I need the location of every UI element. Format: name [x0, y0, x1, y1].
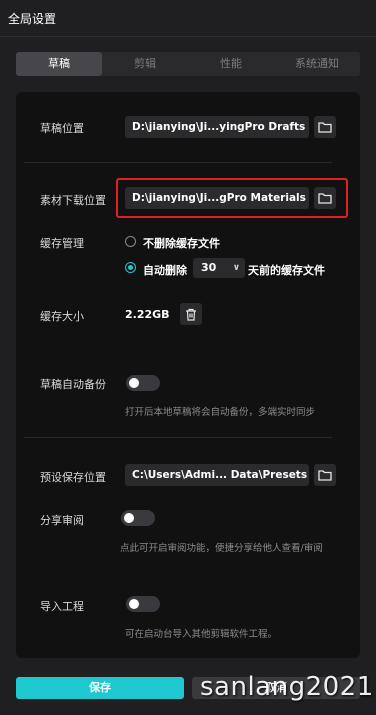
radio-auto-delete[interactable] [125, 262, 136, 273]
cache-size-value: 2.22GB [125, 308, 170, 321]
tab-notifications[interactable]: 系统通知 [274, 52, 360, 76]
share-review-toggle[interactable] [121, 510, 155, 526]
draft-location-browse-button[interactable] [314, 116, 336, 138]
auto-delete-suffix: 天前的缓存文件 [248, 264, 325, 277]
chevron-down-icon: ∨ [232, 263, 240, 273]
title-divider [0, 36, 376, 37]
preset-location-field[interactable]: C:\Users\Admi... Data\Presets [125, 464, 309, 486]
draft-location-field[interactable]: D:\jianying\Ji...yingPro Drafts [125, 116, 309, 138]
tab-editing[interactable]: 剪辑 [102, 52, 188, 76]
divider [24, 162, 332, 163]
divider [24, 437, 332, 438]
share-review-hint: 点此可开启审阅功能，便捷分享给他人查看/审阅 [120, 543, 323, 554]
auto-delete-label: 自动删除 [143, 264, 187, 277]
highlight-box [116, 178, 348, 218]
auto-backup-label: 草稿自动备份 [40, 378, 106, 391]
auto-backup-toggle[interactable] [126, 375, 160, 391]
preset-location-browse-button[interactable] [314, 464, 336, 486]
cache-size-label: 缓存大小 [40, 310, 84, 323]
keep-cache-label: 不删除缓存文件 [143, 237, 220, 250]
radio-keep-cache[interactable] [125, 236, 136, 247]
days-value: 30 [201, 261, 217, 274]
settings-tabs: 草稿 剪辑 性能 系统通知 [16, 52, 360, 76]
import-project-hint: 可在启动台导入其他剪辑软件工程。 [125, 629, 278, 640]
auto-backup-hint: 打开后本地草稿将会自动备份，多端实时同步 [125, 407, 316, 418]
window-title: 全局设置 [8, 12, 57, 26]
cache-management-label: 缓存管理 [40, 237, 84, 250]
import-project-toggle[interactable] [126, 596, 160, 612]
folder-icon [318, 122, 332, 133]
draft-location-label: 草稿位置 [40, 122, 84, 135]
save-button[interactable]: 保存 [16, 677, 184, 699]
tab-performance[interactable]: 性能 [188, 52, 274, 76]
clear-cache-button[interactable] [180, 303, 202, 325]
material-download-label: 素材下载位置 [40, 194, 106, 207]
watermark: sanlang2021 [200, 672, 374, 702]
tab-drafts[interactable]: 草稿 [16, 52, 102, 76]
import-project-label: 导入工程 [40, 600, 84, 613]
days-select[interactable]: 30 ∨ [193, 258, 245, 278]
folder-icon [318, 470, 332, 481]
preset-location-label: 预设保存位置 [40, 471, 106, 484]
trash-icon [186, 308, 196, 321]
settings-panel [16, 92, 360, 658]
share-review-label: 分享审阅 [40, 514, 84, 527]
